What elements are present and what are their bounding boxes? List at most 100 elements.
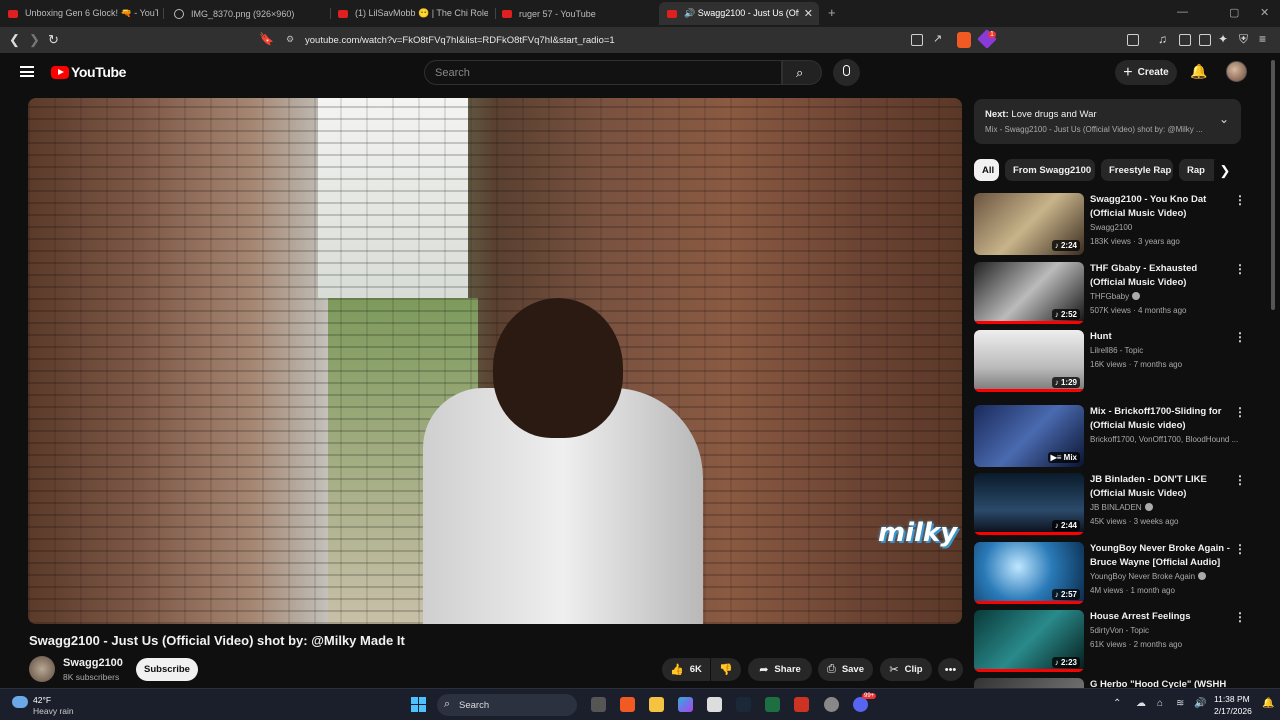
video-thumbnail[interactable]: ♪ 1:29 bbox=[974, 330, 1084, 392]
acrobat-icon[interactable] bbox=[794, 697, 809, 712]
weather-description[interactable]: Heavy rain bbox=[33, 706, 74, 716]
recommendation-channel[interactable]: THFGbaby bbox=[1090, 292, 1240, 301]
recommendation-title[interactable]: Swagg2100 - You Kno Dat (Official Music … bbox=[1090, 193, 1230, 220]
create-button[interactable]: + Create bbox=[1115, 60, 1177, 85]
clip-button[interactable]: ✂ Clip bbox=[880, 658, 932, 681]
browser-tab[interactable]: (1) LilSavMobb 😶 | The Chi Rolep bbox=[338, 2, 488, 25]
brave-browser-icon[interactable] bbox=[620, 697, 635, 712]
brave-shields-icon[interactable] bbox=[957, 32, 971, 48]
notifications-bell-icon[interactable]: 🔔 bbox=[1190, 63, 1207, 80]
sidebar-icon[interactable] bbox=[1179, 34, 1191, 46]
file-explorer-icon[interactable] bbox=[649, 697, 664, 712]
video-thumbnail[interactable]: ♪ 2:23 bbox=[974, 610, 1084, 672]
video-thumbnail[interactable]: ♪ 2:24 bbox=[974, 193, 1084, 255]
recommendation-channel[interactable]: JB BINLADEN bbox=[1090, 503, 1240, 512]
discord-icon[interactable] bbox=[853, 697, 868, 712]
recommendation-channel[interactable]: Swagg2100 bbox=[1090, 223, 1240, 232]
chip-all[interactable]: All bbox=[974, 159, 999, 181]
channel-name[interactable]: Swagg2100 bbox=[63, 657, 123, 669]
search-button[interactable]: ⌕ bbox=[782, 60, 822, 85]
recommendation-item[interactable]: ♪ 2:52 THF Gbaby - Exhausted (Official M… bbox=[974, 262, 1266, 326]
share-button[interactable]: ➦ Share bbox=[748, 658, 812, 681]
recommendation-channel[interactable]: 5dirtyVon - Topic bbox=[1090, 626, 1240, 635]
volume-icon[interactable]: 🔊 bbox=[1194, 698, 1206, 709]
recommendation-title[interactable]: House Arrest Feelings bbox=[1090, 610, 1230, 624]
bookmark-icon[interactable]: 🔖 bbox=[259, 32, 274, 46]
video-thumbnail[interactable]: ♪ 2:52 bbox=[974, 262, 1084, 324]
vpn-icon[interactable]: ⛨ bbox=[1239, 32, 1248, 47]
save-button[interactable]: ⎙ Save bbox=[818, 658, 873, 681]
close-tab-icon[interactable]: ✕ bbox=[804, 7, 813, 20]
chevron-right-icon[interactable]: ❯ bbox=[1214, 160, 1236, 182]
recommendation-title[interactable]: JB Binladen - DON'T LIKE (Official Music… bbox=[1090, 473, 1230, 500]
recommendation-channel[interactable]: Brickoff1700, VonOff1700, BloodHound ... bbox=[1090, 435, 1240, 444]
minimize-icon[interactable]: — bbox=[1177, 6, 1188, 18]
wifi-icon[interactable]: ≋ bbox=[1176, 698, 1184, 709]
more-vertical-icon[interactable]: ⋮ bbox=[1234, 473, 1246, 487]
recommendation-title[interactable]: G Herbo "Hood Cycle" (WSHH bbox=[1090, 678, 1230, 688]
recommendation-item[interactable]: ♪ 2:57 YoungBoy Never Broke Again - Bruc… bbox=[974, 542, 1266, 606]
browser-tab[interactable]: IMG_8370.png (926×960) bbox=[174, 2, 324, 25]
browser-tab-active[interactable]: 🔊 Swagg2100 - Just Us (Official ✕ bbox=[659, 2, 819, 25]
clock-date[interactable]: 2/17/2026 bbox=[1214, 706, 1252, 716]
back-icon[interactable]: ❮ bbox=[9, 32, 20, 48]
chevron-down-icon[interactable]: ⌄ bbox=[1219, 112, 1229, 126]
more-vertical-icon[interactable]: ⋮ bbox=[1234, 193, 1246, 207]
steam-icon[interactable] bbox=[736, 697, 751, 712]
browser-tab[interactable]: ruger 57 - YouTube bbox=[502, 2, 652, 25]
settings-icon[interactable] bbox=[824, 697, 839, 712]
taskbar-search[interactable]: ⌕ Search bbox=[437, 694, 577, 716]
screenshot-icon[interactable] bbox=[1127, 34, 1139, 46]
recommendation-item[interactable]: ♪ 1:29 Hunt Lilrell86 - Topic 16K views … bbox=[974, 330, 1266, 394]
wallet-icon[interactable] bbox=[1199, 34, 1211, 46]
recommendation-channel[interactable]: Lilrell86 - Topic bbox=[1090, 346, 1240, 355]
video-thumbnail[interactable]: ▶≡ Mix bbox=[974, 405, 1084, 467]
recommendation-title[interactable]: YoungBoy Never Broke Again - Bruce Wayne… bbox=[1090, 542, 1230, 569]
windows-start-icon[interactable] bbox=[411, 697, 426, 712]
browser-tab[interactable]: Unboxing Gen 6 Glock! 🔫 - YouTub bbox=[8, 2, 158, 25]
up-next-card[interactable]: Next: Love drugs and War Mix - Swagg2100… bbox=[974, 99, 1241, 144]
more-vertical-icon[interactable]: ⋮ bbox=[1234, 610, 1246, 624]
share-page-icon[interactable]: ↗ bbox=[933, 32, 942, 45]
chevron-up-icon[interactable]: ⌃ bbox=[1113, 698, 1121, 709]
clock-time[interactable]: 11:38 PM bbox=[1214, 694, 1250, 704]
excel-icon[interactable] bbox=[765, 697, 780, 712]
subscribe-button[interactable]: Subscribe bbox=[136, 658, 198, 681]
recommendation-item[interactable]: ♪ 2:23 House Arrest Feelings 5dirtyVon -… bbox=[974, 610, 1266, 674]
site-info-icon[interactable]: ⚙ bbox=[286, 34, 294, 45]
account-avatar[interactable] bbox=[1226, 61, 1247, 82]
page-scrollbar[interactable] bbox=[1271, 60, 1275, 310]
onedrive-icon[interactable]: ☁ bbox=[1136, 698, 1146, 709]
like-button[interactable]: 👍 6K bbox=[662, 658, 710, 681]
voice-search-button[interactable] bbox=[833, 59, 860, 86]
video-thumbnail[interactable]: ♪ 2:44 bbox=[974, 473, 1084, 535]
weather-temperature[interactable]: 42°F bbox=[33, 695, 51, 705]
youtube-logo[interactable]: YouTube bbox=[51, 64, 126, 80]
maximize-icon[interactable]: ▢ bbox=[1229, 6, 1239, 19]
weather-rain-icon[interactable] bbox=[12, 696, 28, 708]
chip-rap[interactable]: Rap bbox=[1179, 159, 1219, 181]
recommendation-title[interactable]: Hunt bbox=[1090, 330, 1230, 344]
recommendation-item[interactable]: ♪ 2:24 Swagg2100 - You Kno Dat (Official… bbox=[974, 193, 1266, 257]
recommendation-item[interactable]: ▶≡ Mix Mix - Brickoff1700-Sliding for (O… bbox=[974, 405, 1266, 469]
notification-center-icon[interactable]: 🔔 bbox=[1262, 698, 1274, 709]
chip-freestyle-rap[interactable]: Freestyle Rap bbox=[1101, 159, 1173, 181]
microsoft-store-icon[interactable] bbox=[707, 697, 722, 712]
more-actions-button[interactable]: ••• bbox=[938, 658, 963, 681]
chip-from-channel[interactable]: From Swagg2100 bbox=[1005, 159, 1095, 181]
media-icon[interactable]: ♫ bbox=[1158, 32, 1167, 46]
video-player[interactable]: milky bbox=[28, 98, 962, 624]
more-vertical-icon[interactable]: ⋮ bbox=[1234, 405, 1246, 419]
recommendation-title[interactable]: THF Gbaby - Exhausted (Official Music Vi… bbox=[1090, 262, 1230, 289]
hamburger-menu-icon[interactable] bbox=[20, 66, 34, 77]
copilot-icon[interactable] bbox=[678, 697, 693, 712]
cast-icon[interactable] bbox=[911, 34, 923, 46]
recommendation-title[interactable]: Mix - Brickoff1700-Sliding for (Official… bbox=[1090, 405, 1230, 432]
url-field[interactable]: ⚙ youtube.com/watch?v=FkO8tFVq7hI&list=R… bbox=[280, 30, 1000, 50]
video-thumbnail[interactable]: ♪ 2:57 bbox=[974, 542, 1084, 604]
recommendation-channel[interactable]: YoungBoy Never Broke Again bbox=[1090, 572, 1240, 581]
close-window-icon[interactable]: ✕ bbox=[1260, 6, 1269, 19]
reload-icon[interactable]: ↻ bbox=[48, 32, 59, 48]
new-tab-icon[interactable]: + bbox=[828, 5, 836, 20]
dislike-button[interactable]: 👎 bbox=[711, 658, 741, 681]
